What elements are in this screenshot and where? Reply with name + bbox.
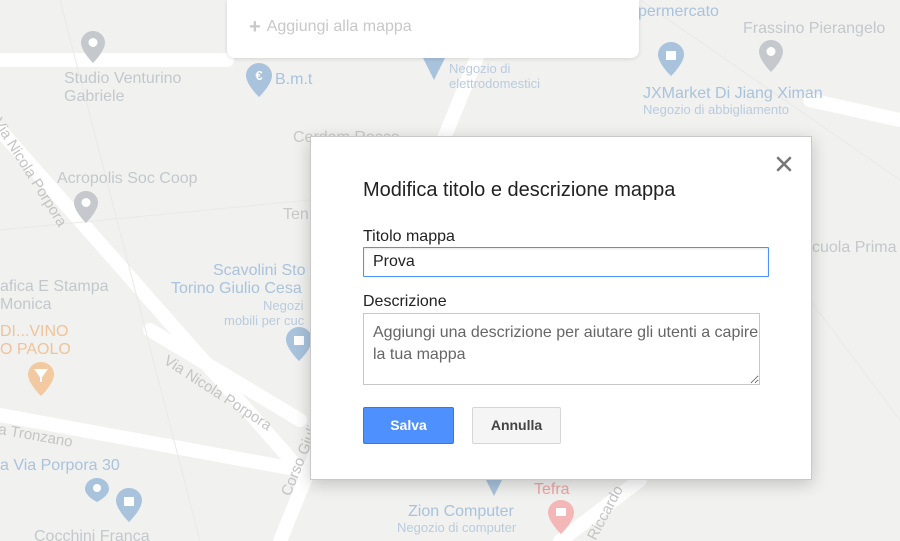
map-pin-icon[interactable] [759,40,783,72]
poi-bmt[interactable]: B.m.t [275,71,312,89]
edit-map-title-dialog: Modifica titolo e descrizione mappa Tito… [310,136,812,480]
shopping-bag-pin-icon[interactable] [658,42,684,76]
poi-divino[interactable]: DI...VINO O PAOLO [0,323,71,360]
poi-name: Cocchini Franca [34,528,150,541]
add-to-map-label: Aggiungi alla mappa [266,18,412,35]
save-button[interactable]: Salva [363,407,454,444]
poi-name: Zion Computer [408,503,514,520]
map-pin-icon[interactable] [81,31,105,63]
poi-zion-computer[interactable]: Zion Computer Negozio di computer [397,503,516,536]
poi-name: Scavolini Sto [213,262,306,279]
poi-name: cuola Prima [812,239,897,256]
poi-subtitle: elettrodomestici [449,75,541,91]
poi-name: permercato [638,3,719,20]
poi-supermercato[interactable]: permercato [638,3,719,21]
poi-name: Torino Giulio Cesa [171,280,302,298]
poi-scuola-primaria[interactable]: cuola Prima [812,239,896,257]
svg-text:€: € [255,68,262,83]
shop-pin-icon[interactable] [421,56,447,82]
poi-studio-venturino[interactable]: Studio Venturino Gabriele [64,70,181,107]
shopping-cart-pin-icon[interactable] [85,478,109,502]
poi-scavolini[interactable]: Scavolini Sto Torino Giulio Cesa Negozi … [171,262,306,329]
dialog-title: Modifica titolo e descrizione mappa [363,179,676,201]
poi-tefra[interactable]: Tefra [534,481,570,499]
poi-grafica-stampa[interactable]: afica E Stampa Monica [0,278,109,315]
description-field-label: Descrizione [363,293,447,310]
poi-name: Acropolis Soc Coop [57,170,198,187]
poi-via-porpora-30[interactable]: a Via Porpora 30 [0,457,120,475]
plus-icon: + [249,16,261,38]
poi-name: Frassino Pierangelo [743,20,886,37]
poi-name: JXMarket Di Jiang Ximan [643,85,823,102]
add-to-map-button[interactable]: + Aggiungi alla mappa [249,16,412,38]
poi-name: Gabriele [64,88,125,106]
map-layers-panel: + Aggiungi alla mappa [227,0,639,58]
poi-name: DI...VINO [0,323,69,340]
close-icon[interactable] [773,153,795,175]
poi-frassino[interactable]: Frassino Pierangelo [743,20,885,38]
poi-subtitle: Negozio di computer [397,520,517,536]
poi-name: Tefra [534,481,570,498]
shopping-bag-pin-icon[interactable] [286,327,312,361]
poi-subtitle: Negozio di abbigliamento [643,102,789,118]
poi-cocchini[interactable]: Cocchini Franca [34,528,150,541]
poi-name: B.m.t [275,71,313,88]
shopping-bag-pin-icon[interactable] [116,488,142,522]
map-title-input[interactable] [363,247,769,277]
poi-name: O PAOLO [0,341,71,359]
poi-subtitle: Negozio di [449,61,511,76]
atm-pin-icon[interactable]: € [246,63,272,97]
poi-name: afica E Stampa [0,278,109,295]
title-field-label: Titolo mappa [363,228,455,245]
poi-name: a Via Porpora 30 [0,457,120,474]
map-description-input[interactable] [363,313,760,385]
poi-ten[interactable]: Ten [283,206,309,224]
cancel-button[interactable]: Annulla [472,407,561,444]
poi-jxmarket[interactable]: JXMarket Di Jiang Ximan Negozio di abbig… [643,85,823,118]
poi-elettrodomestici[interactable]: Negozio di elettrodomestici [449,61,541,92]
map-pin-icon[interactable] [74,191,98,223]
wine-pin-icon[interactable] [28,362,54,396]
poi-acropolis[interactable]: Acropolis Soc Coop [57,170,198,188]
shop-pin-icon[interactable] [548,500,574,534]
poi-name: Studio Venturino [64,70,182,87]
poi-subtitle: Negozi [263,297,304,313]
poi-name: Monica [0,296,52,314]
